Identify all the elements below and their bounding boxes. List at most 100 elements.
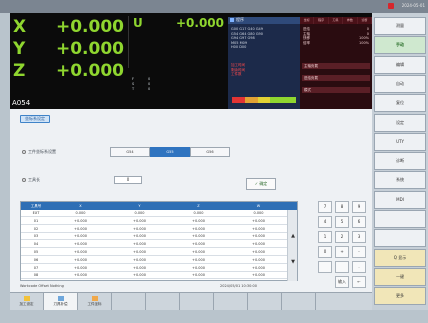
softkey[interactable]	[374, 229, 426, 248]
column-header: Y	[138, 204, 141, 208]
table-row[interactable]: 08 +0.000 +0.000 +0.000 +0.000	[21, 272, 289, 280]
info-tab[interactable]: 刀具	[328, 17, 344, 24]
keypad-key[interactable]: 5	[335, 216, 349, 228]
axis-value: +0.000	[55, 39, 124, 59]
keypad-key[interactable]: 9	[352, 201, 366, 213]
table-row[interactable]: 02 +0.000 +0.000 +0.000 +0.000	[21, 226, 289, 233]
backspace-icon[interactable]: ←	[352, 276, 366, 288]
softkey[interactable]: 设定	[374, 113, 426, 132]
mode-tab[interactable]: 坐标系设定	[20, 115, 50, 123]
tab-empty[interactable]	[282, 293, 316, 310]
softkey[interactable]: 手动	[374, 36, 426, 55]
softkey[interactable]: 系统	[374, 171, 426, 190]
keypad-key[interactable]: .	[352, 261, 366, 273]
softkey[interactable]: 编辑	[374, 55, 426, 74]
info-tab[interactable]: 诊断	[357, 17, 373, 24]
table-cell: +0.000	[133, 273, 146, 278]
feed-spindle-grid: F 0 S 0 T 0	[128, 77, 228, 93]
confirm-button[interactable]: ✓ 确定	[246, 178, 276, 190]
load-segment	[232, 97, 245, 103]
clock-readout: 2024-05-01	[401, 3, 425, 8]
table-row[interactable]: 06 +0.000 +0.000 +0.000 +0.000	[21, 257, 289, 264]
tab-empty[interactable]	[112, 293, 146, 310]
table-row[interactable]: 05 +0.000 +0.000 +0.000 +0.000	[21, 249, 289, 256]
keypad-key[interactable]: 1	[318, 231, 332, 243]
workpiece-coord-row[interactable]: 工件坐标系设置	[22, 149, 56, 155]
table-cell: +0.000	[192, 242, 205, 247]
tab-empty[interactable]	[248, 293, 282, 310]
table-cell: +0.000	[133, 265, 146, 270]
scroll-down-icon[interactable]: ▼	[289, 258, 297, 266]
keypad-key[interactable]: +	[335, 246, 349, 258]
tab-empty[interactable]	[146, 293, 180, 310]
keypad-key[interactable]: 7	[318, 201, 332, 213]
u-axis-box: U +0.000	[128, 16, 228, 68]
table-cell: +0.000	[74, 226, 87, 231]
softkey[interactable]: 自动	[374, 74, 426, 93]
segment-g56[interactable]: G56	[190, 147, 230, 157]
segment-g55[interactable]: G55	[150, 147, 190, 157]
table-cell: +0.000	[133, 226, 146, 231]
table-cell: +0.000	[74, 273, 87, 278]
tab-empty[interactable]	[180, 293, 214, 310]
segment-g54[interactable]: G54	[110, 147, 150, 157]
info-tab[interactable]: 坐标	[300, 17, 315, 24]
info-tab[interactable]: 程序	[314, 17, 329, 24]
table-row[interactable]: 07 +0.000 +0.000 +0.000 +0.000	[21, 265, 289, 272]
tool-length-input[interactable]: 0	[114, 176, 142, 184]
keypad-key[interactable]: 6	[352, 216, 366, 228]
table-row[interactable]: 03 +0.000 +0.000 +0.000 +0.000	[21, 233, 289, 241]
softkey[interactable]: 复位	[374, 94, 426, 113]
cnc-screen: X +0.000 Y +0.000 Z +0.000 U +0.000 F 0 …	[10, 13, 373, 310]
table-row[interactable]: 01 +0.000 +0.000 +0.000 +0.000	[21, 218, 289, 225]
table-scrollbar[interactable]: ▲ ▼	[287, 210, 297, 281]
tab-tool-offset[interactable]: 刀具补偿	[44, 293, 78, 310]
tab-empty[interactable]	[214, 293, 248, 310]
keypad-key[interactable]: 2	[335, 231, 349, 243]
table-row[interactable]: EXT 0.000 0.000 0.000 0.000	[21, 210, 289, 217]
column-header: X	[79, 204, 82, 208]
program-name: A054	[12, 99, 31, 107]
status-panel-header: 程序	[228, 17, 300, 24]
tool-length-label: 工具长	[28, 177, 40, 182]
tab-empty[interactable]	[316, 293, 350, 310]
softkey[interactable]: 测量	[374, 17, 426, 35]
table-cell: +0.000	[74, 234, 87, 239]
table-row[interactable]: 04 +0.000 +0.000 +0.000 +0.000	[21, 241, 289, 249]
softkey[interactable]: 一键	[374, 267, 426, 286]
softkey[interactable]	[374, 210, 426, 228]
table-cell: +0.000	[74, 265, 87, 270]
softkey-column: 测量 手动 编辑 自动 复位 设定 UTY 诊断 系统 MDI Q 显示 一键 更多	[372, 13, 428, 310]
softkey[interactable]: 更多	[374, 287, 426, 306]
softkey[interactable]: MDI	[374, 190, 426, 209]
keypad-key[interactable]: 0	[318, 246, 332, 258]
table-cell: 08	[33, 273, 39, 278]
softkey[interactable]: UTY	[374, 132, 426, 151]
tool-length-row[interactable]: 工具长	[22, 177, 40, 183]
table-cell: 07	[33, 265, 39, 270]
axis-row-x: X +0.000	[10, 17, 128, 37]
table-cell: 03	[33, 234, 39, 239]
softkey[interactable]: 诊断	[374, 152, 426, 171]
keypad-key[interactable]	[318, 261, 332, 273]
tab-work-coords[interactable]: 工件坐标	[78, 293, 112, 310]
keypad-key[interactable]: 4	[318, 216, 332, 228]
keypad-key[interactable]	[335, 261, 349, 273]
keypad-key[interactable]: -	[352, 246, 366, 258]
keypad-key[interactable]: 8	[335, 201, 349, 213]
load-segment	[244, 97, 258, 103]
load-segment	[283, 97, 296, 103]
keypad-key[interactable]: 3	[352, 231, 366, 243]
table-cell: +0.000	[74, 242, 87, 247]
table-cell: +0.000	[252, 257, 265, 262]
softkey[interactable]: Q 显示	[374, 248, 426, 267]
keypad-enter-key[interactable]: 输入	[335, 276, 349, 288]
info-tab[interactable]: 参数	[343, 17, 358, 24]
tab-machining-settings[interactable]: 加工设定	[10, 293, 44, 310]
axis-letter: X	[13, 17, 27, 37]
radio-icon	[22, 150, 26, 154]
time-lines: 加工时间 剩余时间 工件数	[231, 63, 245, 77]
table-cell: +0.000	[133, 250, 146, 254]
scroll-up-icon[interactable]: ▲	[289, 232, 297, 240]
table-cell: +0.000	[192, 273, 205, 278]
